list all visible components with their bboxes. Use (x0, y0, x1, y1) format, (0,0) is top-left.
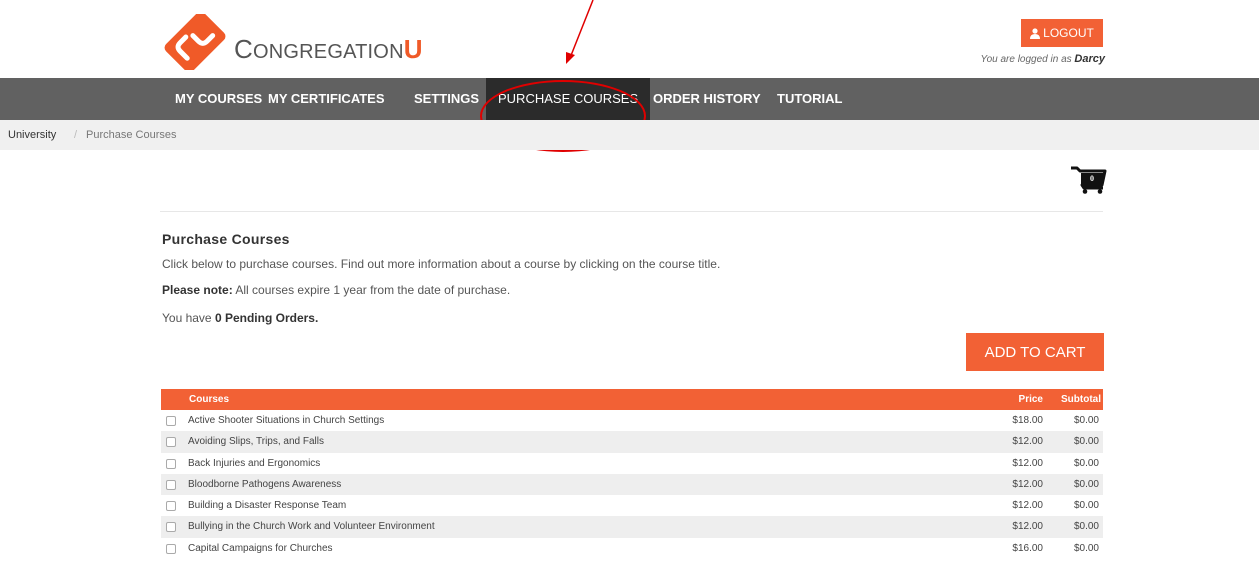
breadcrumb: University / Purchase Courses (0, 120, 1259, 150)
table-row: Active Shooter Situations in Church Sett… (161, 410, 1103, 431)
table-row: Building a Disaster Response Team $12.00… (161, 495, 1103, 516)
courses-table: Courses Price Subtotal Active Shooter Si… (161, 389, 1103, 559)
course-title-link[interactable]: Bullying in the Church Work and Voluntee… (188, 516, 435, 537)
header-price: Price (1018, 394, 1043, 405)
course-subtotal: $0.00 (1073, 436, 1099, 448)
congregationu-logo[interactable] (160, 14, 230, 70)
shopping-cart-icon[interactable]: 0 (1071, 166, 1107, 194)
expiry-note: Please note: All courses expire 1 year f… (162, 283, 511, 297)
breadcrumb-separator: / (74, 129, 78, 141)
site-header: CONGREGATIONU LOGOUT You are logged in a… (0, 0, 1259, 78)
logout-button[interactable]: LOGOUT (1021, 19, 1103, 47)
brand-name: CONGREGATIONU (234, 34, 423, 64)
user-icon (1030, 27, 1041, 39)
course-title-link[interactable]: Building a Disaster Response Team (188, 495, 346, 516)
nav-order-history[interactable]: ORDER HISTORY (653, 78, 761, 120)
course-checkbox[interactable] (166, 479, 176, 490)
intro-text: Click below to purchase courses. Find ou… (162, 257, 721, 271)
add-to-cart-button[interactable]: ADD TO CART (966, 333, 1104, 371)
header-subtotal: Subtotal (1061, 394, 1101, 405)
logged-in-status: You are logged in as Darcy (980, 53, 1105, 65)
nav-tutorial[interactable]: TUTORIAL (777, 78, 842, 120)
course-title-link[interactable]: Capital Campaigns for Churches (188, 538, 333, 559)
breadcrumb-university[interactable]: University (8, 120, 56, 150)
username: Darcy (1074, 53, 1105, 65)
logout-label: LOGOUT (1043, 26, 1094, 40)
course-title-link[interactable]: Back Injuries and Ergonomics (188, 453, 320, 474)
course-subtotal: $0.00 (1073, 521, 1099, 533)
table-row: Capital Campaigns for Churches $16.00 $0… (161, 538, 1103, 559)
course-subtotal: $0.00 (1073, 457, 1099, 469)
course-subtotal: $0.00 (1073, 542, 1099, 554)
main-nav: MY COURSES MY CERTIFICATES SETTINGS PURC… (0, 78, 1259, 120)
course-title-link[interactable]: Active Shooter Situations in Church Sett… (188, 410, 384, 431)
table-row: Bloodborne Pathogens Awareness $12.00 $0… (161, 473, 1103, 496)
course-subtotal: $0.00 (1073, 478, 1099, 490)
course-price: $18.00 (1012, 415, 1043, 426)
course-title-link[interactable]: Avoiding Slips, Trips, and Falls (188, 431, 324, 452)
nav-my-courses[interactable]: MY COURSES (175, 78, 262, 120)
header-courses: Courses (189, 394, 230, 405)
course-price: $12.00 (1012, 478, 1043, 490)
course-price: $16.00 (1012, 542, 1043, 554)
pending-orders: You have 0 Pending Orders. (162, 311, 319, 325)
course-title-link[interactable]: Bloodborne Pathogens Awareness (188, 474, 341, 495)
course-price: $12.00 (1012, 436, 1043, 448)
table-row: Avoiding Slips, Trips, and Falls $12.00 … (161, 431, 1103, 453)
course-subtotal: $0.00 (1073, 500, 1099, 512)
nav-my-certificates[interactable]: MY CERTIFICATES (268, 78, 385, 120)
course-checkbox[interactable] (166, 543, 176, 554)
breadcrumb-current: Purchase Courses (86, 129, 177, 141)
table-header: Courses Price Subtotal (161, 389, 1103, 410)
nav-settings[interactable]: SETTINGS (414, 78, 479, 120)
course-price: $12.00 (1012, 521, 1043, 533)
course-price: $12.00 (1012, 500, 1043, 512)
course-subtotal: $0.00 (1073, 415, 1099, 426)
cart-count: 0 (1090, 174, 1094, 183)
course-price: $12.00 (1012, 457, 1043, 469)
course-checkbox[interactable] (166, 522, 176, 533)
divider (160, 211, 1103, 212)
course-checkbox[interactable] (166, 458, 176, 469)
table-row: Back Injuries and Ergonomics $12.00 $0.0… (161, 453, 1103, 474)
course-checkbox[interactable] (166, 437, 176, 448)
table-row: Bullying in the Church Work and Voluntee… (161, 516, 1103, 538)
page-title: Purchase Courses (162, 231, 290, 247)
course-checkbox[interactable] (166, 416, 176, 426)
course-checkbox[interactable] (166, 501, 176, 512)
nav-purchase-courses[interactable]: PURCHASE COURSES (486, 78, 651, 120)
